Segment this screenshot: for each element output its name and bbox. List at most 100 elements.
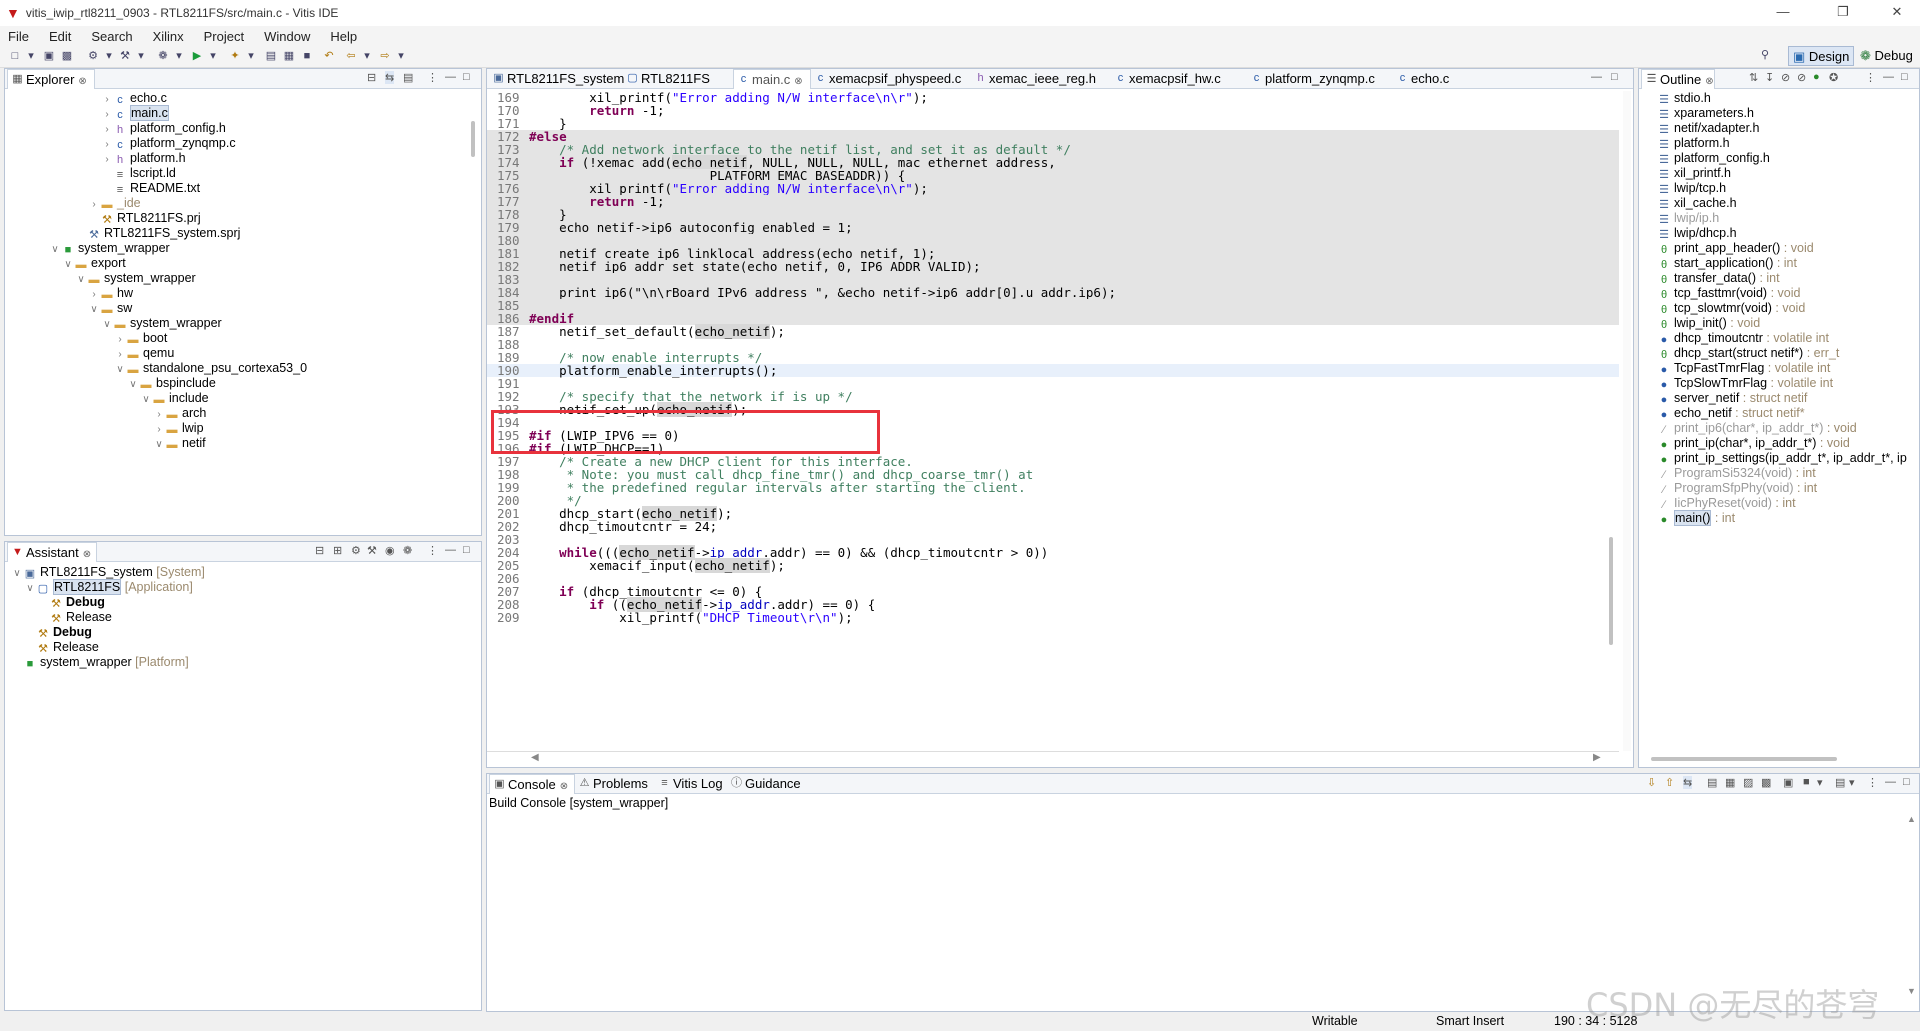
tab-vitis-log[interactable]: ≡ Vitis Log (655, 774, 727, 794)
tree-item[interactable]: ∨ ▬ netif (153, 436, 205, 452)
outline-item[interactable]: ☰ xil_cache.h (1657, 196, 1736, 211)
tree-item[interactable]: ∨ ▬ sw (88, 301, 132, 316)
twisty-icon[interactable]: ∨ (62, 257, 74, 272)
minimize-icon[interactable]: — (1885, 776, 1896, 788)
pin-console-icon[interactable]: ⇆ (1683, 776, 1693, 789)
tree-item[interactable]: ⚒ RTL8211FS.prj (88, 211, 201, 226)
tree-item[interactable]: ⚒ Release (24, 640, 99, 655)
maximize-icon[interactable]: □ (1611, 71, 1618, 83)
tab-rtl8211fs[interactable]: ▢ RTL8211FS (623, 69, 733, 89)
dropdown-arrow-icon[interactable]: ▾ (134, 49, 148, 63)
scroll-up-icon[interactable]: ⇧ (1665, 776, 1674, 789)
twisty-icon[interactable]: › (101, 92, 113, 107)
tree-item[interactable]: ∨ ▣ RTL8211FS_system [System] (11, 565, 205, 580)
tab-outline[interactable]: ☰ Outline ⊗ (1641, 69, 1715, 89)
tree-item[interactable]: › h platform.h (101, 151, 185, 167)
tree-item[interactable]: ⚒ RTL8211FS_system.sprj (75, 226, 240, 241)
filter-icon[interactable]: ▤ (403, 71, 413, 84)
status-insert-mode[interactable]: Smart Insert (1436, 1014, 1504, 1028)
tree-item[interactable]: ≡ README.txt (101, 181, 200, 196)
tree-item[interactable]: ∨ ▬ system_wrapper (75, 271, 195, 286)
tree-item[interactable]: ≡ lscript.ld (101, 166, 176, 181)
save-all-icon[interactable]: ▩ (60, 49, 74, 63)
minimize-icon[interactable]: — (445, 544, 456, 556)
stop-icon[interactable]: ◉ (385, 544, 395, 557)
tree-item[interactable]: › c main.c (101, 105, 169, 121)
tree-item[interactable]: › ▬ _ide (88, 196, 140, 211)
dropdown-arrow-icon[interactable]: ▾ (244, 49, 258, 63)
dropdown-arrow-icon[interactable]: ▾ (102, 49, 116, 63)
open-type-icon[interactable]: ▤ (264, 49, 278, 63)
tab-echo-c[interactable]: c echo.c (1393, 69, 1467, 89)
outline-item[interactable]: θ print_app_header() : void (1657, 241, 1814, 256)
build-hammer-icon[interactable]: ⚒ (367, 544, 377, 557)
view-menu-icon[interactable]: ⋮ (427, 544, 438, 557)
scroll-down-arrow-icon[interactable]: ▼ (1907, 986, 1916, 996)
tree-item[interactable]: › c platform_zynqmp.c (101, 136, 235, 152)
twisty-icon[interactable]: ∨ (153, 437, 165, 452)
tab-assistant[interactable]: ▼ Assistant ⊗ (7, 542, 97, 562)
twisty-icon[interactable]: › (101, 152, 113, 167)
twisty-icon[interactable]: › (101, 137, 113, 152)
tab-explorer[interactable]: ▦ Explorer ⊗ (7, 69, 95, 89)
tab-rtl8211fs-system[interactable]: ▣ RTL8211FS_system (489, 69, 624, 89)
maximize-icon[interactable]: □ (463, 544, 470, 556)
outline-item[interactable]: ☰ lwip/ip.h (1657, 211, 1719, 226)
twisty-icon[interactable]: › (114, 347, 126, 362)
debug-bug-icon[interactable]: ❁ (403, 544, 412, 557)
outline-item[interactable]: ● TcpSlowTmrFlag : volatile int (1657, 376, 1833, 391)
close-icon[interactable]: ⊗ (78, 76, 86, 87)
tab-xemacpsif-hw-c[interactable]: c xemacpsif_hw.c (1111, 69, 1247, 89)
twisty-icon[interactable]: ∨ (114, 362, 126, 377)
tree-item[interactable]: ∨ ▬ include (140, 391, 208, 407)
twisty-icon[interactable]: › (153, 422, 165, 437)
run-icon[interactable]: ▶ (190, 49, 204, 63)
build-target-icon[interactable]: ⚙ (86, 49, 100, 63)
hide-static-icon[interactable]: ⊘ (1781, 71, 1790, 84)
twisty-icon[interactable]: ∨ (127, 377, 139, 392)
outline-item[interactable]: ● echo_netif : struct netif* (1657, 406, 1805, 421)
twisty-icon[interactable]: ∨ (140, 392, 152, 407)
hide-nonpublic-icon[interactable]: ⊘ (1797, 71, 1806, 84)
restore-window-button[interactable]: ❐ (1820, 0, 1866, 26)
link-editor-icon[interactable]: ⇆ (385, 71, 395, 84)
outline-item[interactable]: ● print_ip_settings(ip_addr_t*, ip_addr_t… (1657, 451, 1907, 466)
tab-problems[interactable]: ⚠ Problems (575, 774, 655, 794)
forward-icon[interactable]: ⇨ (378, 49, 392, 63)
outline-item[interactable]: θ dhcp_start(struct netif*) : err_t (1657, 346, 1839, 361)
menu-item-file[interactable]: File (8, 29, 29, 44)
twisty-icon[interactable]: ∨ (24, 581, 36, 596)
tree-item[interactable]: ⚒ Debug (24, 625, 92, 640)
vertical-scrollbar[interactable] (1609, 537, 1613, 645)
close-icon[interactable]: ⊗ (794, 76, 802, 87)
outline-item[interactable]: ● main() : int (1657, 510, 1735, 526)
dropdown-arrow-icon[interactable]: ▾ (1817, 776, 1823, 789)
dropdown-arrow-icon[interactable]: ▾ (206, 49, 220, 63)
twisty-icon[interactable]: › (101, 122, 113, 137)
tree-item[interactable]: ∨ ■ system_wrapper (49, 241, 169, 256)
tree-item[interactable]: ∨ ▬ bspinclude (127, 376, 215, 392)
menu-item-xilinx[interactable]: Xilinx (153, 29, 184, 44)
maximize-icon[interactable]: □ (463, 71, 470, 83)
tree-item[interactable]: ∨ ▬ system_wrapper (101, 316, 221, 331)
tree-item[interactable]: › ▬ qemu (114, 346, 174, 361)
tree-item[interactable]: ⚒ Release (37, 610, 112, 625)
remove-console-icon[interactable]: ▩ (1761, 776, 1771, 789)
prev-annotation-icon[interactable]: ↶ (322, 49, 336, 63)
horizontal-scrollbar[interactable]: ◀ ▶ (487, 751, 1619, 765)
outline-item[interactable]: ● TcpFastTmrFlag : volatile int (1657, 361, 1831, 376)
close-window-button[interactable]: ✕ (1874, 0, 1920, 26)
tree-item[interactable]: ■ system_wrapper [Platform] (11, 655, 189, 670)
search-icon[interactable]: ⚲ (1758, 48, 1772, 62)
dropdown-arrow-icon[interactable]: ▾ (394, 49, 408, 63)
menu-item-window[interactable]: Window (264, 29, 310, 44)
external-tools-icon[interactable]: ✦ (228, 49, 242, 63)
new-icon[interactable]: □ (8, 49, 22, 63)
tab-console[interactable]: ▣ Console ⊗ (489, 774, 575, 794)
hide-fields-icon[interactable]: ↧ (1765, 71, 1774, 84)
outline-item[interactable]: ☰ lwip/tcp.h (1657, 181, 1726, 196)
twisty-icon[interactable]: ∨ (11, 566, 23, 581)
outline-item[interactable]: θ lwip_init() : void (1657, 316, 1760, 331)
explorer-scrollbar[interactable] (471, 121, 475, 157)
twisty-icon[interactable]: › (114, 332, 126, 347)
